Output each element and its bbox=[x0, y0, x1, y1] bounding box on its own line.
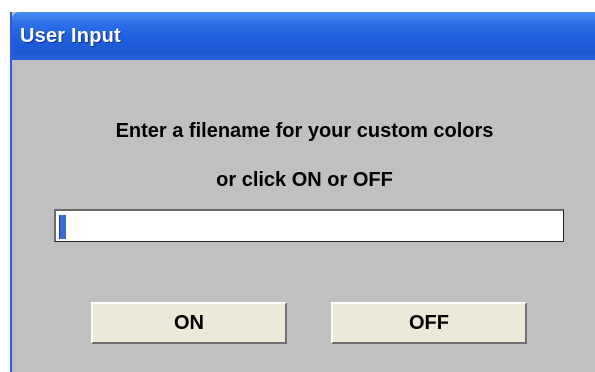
prompt-line-1: Enter a filename for your custom colors bbox=[115, 120, 494, 142]
prompt-line-2: or click ON or OFF bbox=[216, 169, 393, 191]
title-bar[interactable]: User Input bbox=[12, 12, 595, 60]
off-button[interactable]: OFF bbox=[331, 302, 527, 344]
text-caret bbox=[59, 215, 66, 239]
on-button[interactable]: ON bbox=[91, 302, 287, 344]
user-input-dialog: User Input Enter a filename for your cus… bbox=[10, 12, 595, 372]
filename-input[interactable] bbox=[54, 209, 564, 242]
window-title: User Input bbox=[20, 25, 121, 47]
